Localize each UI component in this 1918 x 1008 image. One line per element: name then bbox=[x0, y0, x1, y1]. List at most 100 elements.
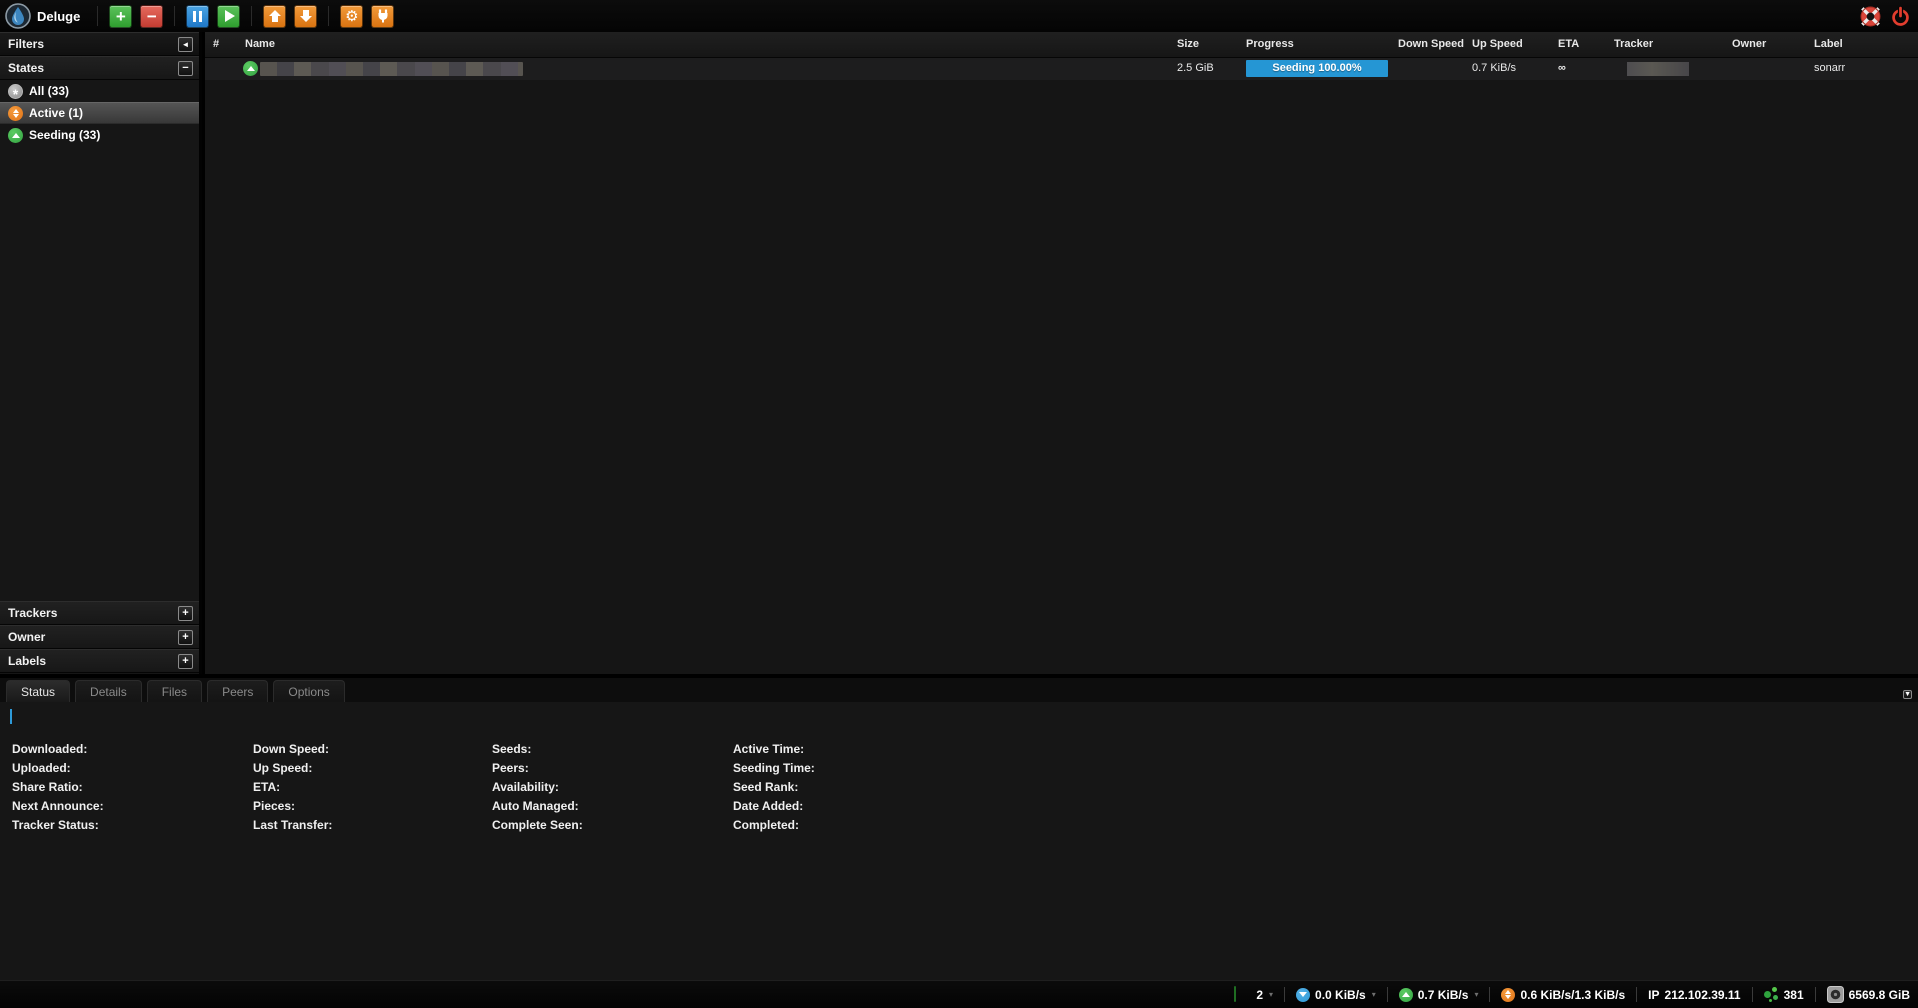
connections-icon bbox=[1234, 987, 1251, 1002]
torrent-table-header: # Name Size Progress Down Speed Up Speed… bbox=[205, 32, 1918, 58]
plug-icon bbox=[376, 9, 390, 23]
ip-status: IP 212.102.39.11 bbox=[1637, 981, 1751, 1008]
arrow-down-icon bbox=[300, 10, 312, 22]
resume-button[interactable] bbox=[217, 5, 240, 28]
pause-icon bbox=[193, 11, 202, 22]
chevron-left-icon: ◄ bbox=[182, 40, 190, 49]
column-header-label[interactable]: Label bbox=[1814, 38, 1843, 50]
redacted-torrent-name bbox=[260, 62, 523, 76]
field-label: Uploaded: bbox=[12, 759, 104, 778]
field-label: Seed Rank: bbox=[733, 778, 815, 797]
connections-status[interactable]: 2 ▾ bbox=[1223, 981, 1284, 1008]
trackers-label: Trackers bbox=[8, 606, 57, 620]
dht-nodes-icon bbox=[1764, 987, 1779, 1002]
column-header-downspeed[interactable]: Down Speed bbox=[1398, 38, 1464, 50]
trackers-section-header[interactable]: Trackers + bbox=[0, 601, 199, 625]
pause-button[interactable] bbox=[186, 5, 209, 28]
column-header-tracker[interactable]: Tracker bbox=[1614, 38, 1653, 50]
filter-item-all[interactable]: * All (33) bbox=[0, 80, 199, 102]
tab-files[interactable]: Files bbox=[147, 680, 202, 702]
plus-icon: + bbox=[182, 631, 188, 643]
column-header-upspeed[interactable]: Up Speed bbox=[1472, 38, 1523, 50]
app-title: Deluge bbox=[37, 9, 80, 24]
tab-details[interactable]: Details bbox=[75, 680, 142, 702]
deluge-webui: Deluge + − ⚙ bbox=[0, 0, 1918, 1008]
cell-label: sonarr bbox=[1814, 62, 1845, 74]
add-torrent-button[interactable]: + bbox=[109, 5, 132, 28]
free-space-status: 6569.8 GiB bbox=[1816, 981, 1918, 1008]
tab-status[interactable]: Status bbox=[6, 680, 70, 702]
cell-size: 2.5 GiB bbox=[1177, 62, 1214, 74]
column-header-eta[interactable]: ETA bbox=[1558, 38, 1579, 50]
protocol-traffic-value: 0.6 KiB/s/1.3 KiB/s bbox=[1520, 988, 1625, 1002]
power-icon bbox=[1890, 6, 1911, 27]
column-header-number[interactable]: # bbox=[213, 38, 219, 50]
cell-upspeed: 0.7 KiB/s bbox=[1472, 62, 1516, 74]
text-caret bbox=[10, 709, 12, 724]
plus-icon: + bbox=[116, 8, 126, 25]
download-speed-value: 0.0 KiB/s bbox=[1315, 988, 1366, 1002]
all-state-icon: * bbox=[8, 84, 23, 99]
filters-panel-header[interactable]: Filters ◄ bbox=[0, 32, 199, 56]
expand-trackers-button[interactable]: + bbox=[178, 606, 193, 621]
gears-icon: ⚙ bbox=[345, 8, 358, 25]
field-label: Complete Seen: bbox=[492, 816, 583, 835]
column-header-owner[interactable]: Owner bbox=[1732, 38, 1766, 50]
filter-item-seeding[interactable]: Seeding (33) bbox=[0, 124, 199, 146]
filters-sidebar: Filters ◄ States − * All (33) Active (1)… bbox=[0, 32, 202, 674]
field-label: Down Speed: bbox=[253, 740, 332, 759]
column-header-size[interactable]: Size bbox=[1177, 38, 1199, 50]
field-label: Date Added: bbox=[733, 797, 815, 816]
field-label: Peers: bbox=[492, 759, 583, 778]
toolbar-separator bbox=[328, 6, 329, 26]
field-label: Share Ratio: bbox=[12, 778, 104, 797]
states-section-header[interactable]: States − bbox=[0, 56, 199, 80]
queue-up-button[interactable] bbox=[263, 5, 286, 28]
torrent-row[interactable]: 2.5 GiB Seeding 100.00% 0.7 KiB/s ∞ sona… bbox=[205, 58, 1918, 80]
toolbar-separator bbox=[174, 6, 175, 26]
toolbar-separator bbox=[251, 6, 252, 26]
field-label: Active Time: bbox=[733, 740, 815, 759]
remove-torrent-button[interactable]: − bbox=[140, 5, 163, 28]
filters-title: Filters bbox=[8, 37, 44, 51]
protocol-traffic-status: 0.6 KiB/s/1.3 KiB/s bbox=[1490, 981, 1636, 1008]
help-button[interactable] bbox=[1858, 4, 1882, 28]
connection-manager-button[interactable] bbox=[371, 5, 394, 28]
field-label: Last Transfer: bbox=[253, 816, 332, 835]
traffic-icon bbox=[1501, 988, 1515, 1002]
upload-icon bbox=[1399, 988, 1413, 1002]
expand-labels-button[interactable]: + bbox=[178, 654, 193, 669]
collapse-sidebar-button[interactable]: ◄ bbox=[178, 37, 193, 52]
connections-count: 2 bbox=[1256, 988, 1263, 1002]
labels-label: Labels bbox=[8, 654, 46, 668]
status-panel: Downloaded: Uploaded: Share Ratio: Next … bbox=[0, 702, 1918, 980]
status-column-4: Active Time: Seeding Time: Seed Rank: Da… bbox=[733, 740, 815, 835]
play-icon bbox=[225, 10, 235, 22]
download-icon bbox=[1296, 988, 1310, 1002]
status-column-3: Seeds: Peers: Availability: Auto Managed… bbox=[492, 740, 583, 835]
preferences-button[interactable]: ⚙ bbox=[340, 5, 363, 28]
tab-options[interactable]: Options bbox=[273, 680, 344, 702]
filter-item-active[interactable]: Active (1) bbox=[0, 102, 199, 124]
field-label: Availability: bbox=[492, 778, 583, 797]
queue-down-button[interactable] bbox=[294, 5, 317, 28]
collapse-panel-button[interactable]: ▼ bbox=[1903, 683, 1912, 702]
states-label: States bbox=[8, 61, 44, 75]
column-header-progress[interactable]: Progress bbox=[1246, 38, 1294, 50]
collapse-states-button[interactable]: − bbox=[178, 61, 193, 76]
plus-icon: + bbox=[182, 655, 188, 667]
download-speed-status[interactable]: 0.0 KiB/s ▾ bbox=[1285, 981, 1387, 1008]
field-label: Tracker Status: bbox=[12, 816, 104, 835]
expand-owner-button[interactable]: + bbox=[178, 630, 193, 645]
minus-icon: − bbox=[147, 8, 157, 25]
column-header-name[interactable]: Name bbox=[245, 38, 275, 50]
owner-section-header[interactable]: Owner + bbox=[0, 625, 199, 649]
torrent-list: # Name Size Progress Down Speed Up Speed… bbox=[205, 32, 1918, 674]
plus-icon: + bbox=[182, 607, 188, 619]
tab-peers[interactable]: Peers bbox=[207, 680, 268, 702]
logout-button[interactable] bbox=[1888, 4, 1912, 28]
chevron-down-icon: ▼ bbox=[1903, 690, 1912, 699]
labels-section-header[interactable]: Labels + bbox=[0, 649, 199, 673]
upload-speed-status[interactable]: 0.7 KiB/s ▾ bbox=[1388, 981, 1490, 1008]
active-state-icon bbox=[8, 106, 23, 121]
